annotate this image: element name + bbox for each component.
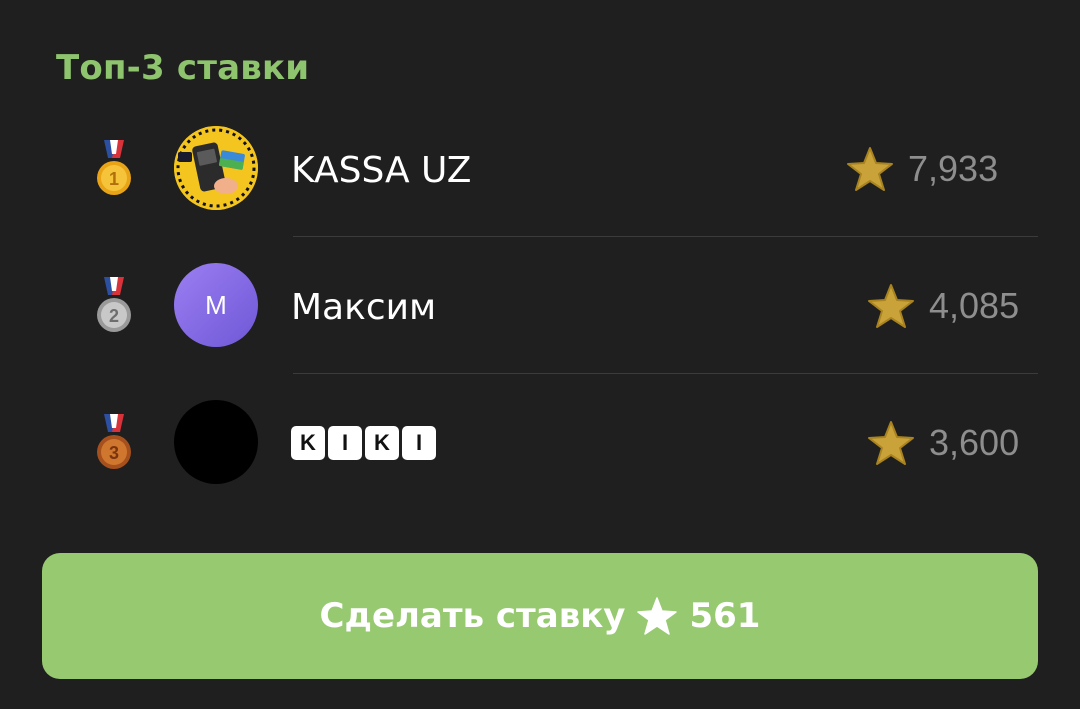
kassa-uz-avatar: [174, 126, 258, 210]
player-score: 4,085: [867, 283, 1019, 329]
star-icon: [868, 421, 914, 465]
star-icon: [637, 597, 678, 635]
name-letter: I: [402, 426, 436, 460]
score-value: 3,600: [929, 422, 1020, 463]
player-name: KASSA UZ: [291, 150, 472, 191]
bid-button-label: Сделать ставку: [319, 596, 626, 636]
player-name: K I K I: [291, 426, 436, 460]
name-letter: K: [291, 426, 325, 460]
player-name: Максим: [291, 287, 437, 328]
avatar: M: [174, 263, 258, 347]
leaderboard-row-2[interactable]: 2 M Максим 4,085: [0, 237, 1080, 374]
place-bid-button[interactable]: Сделать ставку 561: [42, 553, 1038, 679]
name-letter: K: [365, 426, 399, 460]
star-icon: [868, 284, 914, 328]
gold-medal-icon: 1: [97, 140, 131, 195]
player-score: 3,600: [867, 420, 1019, 466]
svg-text:2: 2: [109, 306, 119, 326]
score-value: 4,085: [929, 285, 1020, 326]
bid-amount: 561: [689, 596, 761, 636]
player-score: 7,933: [846, 146, 998, 192]
name-letter: I: [328, 426, 362, 460]
silver-medal-icon: 2: [97, 277, 131, 332]
black-avatar: [174, 400, 258, 484]
leaderboard-row-3[interactable]: 3 K I K I 3,600: [0, 374, 1080, 511]
svg-text:3: 3: [109, 443, 119, 463]
svg-text:1: 1: [109, 169, 119, 189]
score-value: 7,933: [908, 148, 999, 189]
bronze-medal-icon: 3: [97, 414, 131, 469]
section-title: Топ-3 ставки: [56, 48, 310, 88]
star-icon: [847, 147, 893, 191]
leaderboard-row-1[interactable]: 1 KASSA UZ 7,933: [0, 100, 1080, 237]
